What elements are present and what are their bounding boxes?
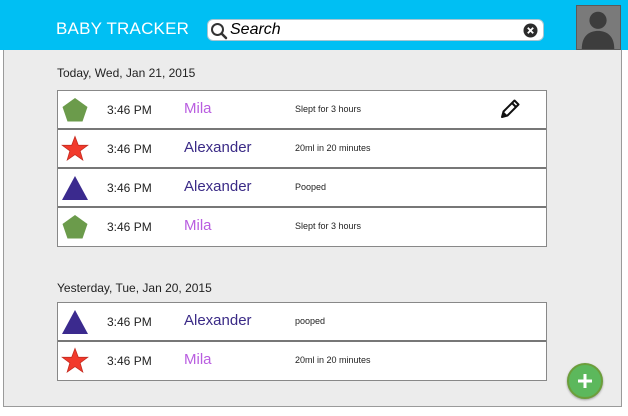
log-list-yesterday: 3:46 PM Alexander pooped 3:46 PM Mila 20… [57,302,547,381]
activity-log-panel: Today, Wed, Jan 21, 2015 3:46 PM Mila Sl… [3,50,622,407]
plus-icon [578,374,592,388]
entry-baby-name: Alexander [184,139,252,156]
search-bar[interactable] [207,19,544,41]
entry-time: 3:46 PM [107,220,152,234]
star-icon [61,135,89,161]
star-icon [61,347,89,373]
log-list-today: 3:46 PM Mila Slept for 3 hours 3:46 PM A… [57,90,547,247]
entry-baby-name: Mila [184,100,212,117]
add-entry-button[interactable] [567,363,603,399]
entry-time: 3:46 PM [107,142,152,156]
entry-description: Pooped [295,182,327,192]
entry-time: 3:46 PM [107,315,152,329]
entry-baby-name: Alexander [184,312,252,329]
date-heading-today: Today, Wed, Jan 21, 2015 [57,66,196,80]
entry-description: pooped [295,316,326,326]
entry-baby-name: Alexander [184,178,252,195]
date-heading-yesterday: Yesterday, Tue, Jan 20, 2015 [57,281,212,295]
log-entry[interactable]: 3:46 PM Alexander Pooped [58,169,546,208]
entry-baby-name: Mila [184,351,212,368]
entry-time: 3:46 PM [107,103,152,117]
log-entry[interactable]: 3:46 PM Alexander pooped [58,303,546,342]
log-entry[interactable]: 3:46 PM Mila Slept for 3 hours [58,91,546,130]
app-header: BABY TRACKER [0,0,628,50]
entry-description: 20ml in 20 minutes [295,143,371,153]
app-title: BABY TRACKER [56,19,190,38]
search-icon [211,23,228,40]
entry-description: Slept for 3 hours [295,104,362,114]
pentagon-icon [62,215,88,239]
entry-baby-name: Mila [184,217,212,234]
entry-time: 3:46 PM [107,181,152,195]
triangle-icon [62,310,88,334]
triangle-icon [62,176,88,200]
user-silhouette-icon [581,11,615,49]
pencil-icon[interactable] [499,98,521,120]
user-avatar[interactable] [576,5,621,50]
entry-time: 3:46 PM [107,354,152,368]
search-input[interactable] [230,20,520,40]
entry-description: Slept for 3 hours [295,221,362,231]
log-entry[interactable]: 3:46 PM Alexander 20ml in 20 minutes [58,130,546,169]
entry-description: 20ml in 20 minutes [295,355,371,365]
pentagon-icon [62,98,88,122]
log-entry[interactable]: 3:46 PM Mila 20ml in 20 minutes [58,342,546,381]
clear-search-icon[interactable] [523,23,538,38]
log-entry[interactable]: 3:46 PM Mila Slept for 3 hours [58,208,546,247]
